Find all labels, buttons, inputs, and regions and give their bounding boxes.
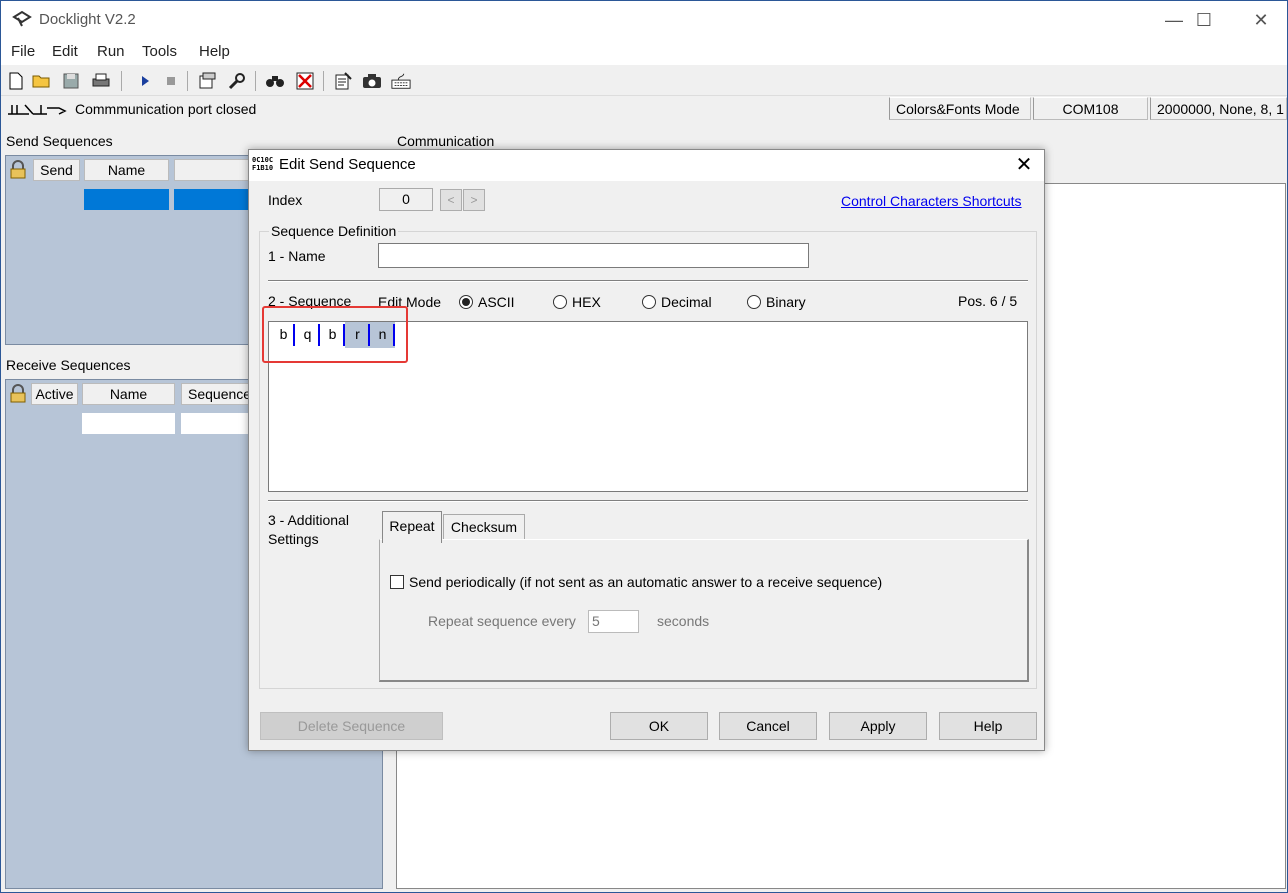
- delete-sequence-button[interactable]: Delete Sequence: [260, 712, 443, 740]
- radio-indicator: [553, 295, 567, 309]
- window-title: Docklight V2.2: [39, 11, 136, 28]
- repeat-label: Repeat sequence every: [428, 613, 576, 629]
- mode-ascii-radio[interactable]: ASCII: [459, 294, 515, 310]
- properties-icon[interactable]: [197, 71, 217, 91]
- prev-index-button[interactable]: <: [440, 189, 462, 211]
- lock-icon[interactable]: [8, 384, 28, 407]
- name-label: 1 - Name: [268, 248, 326, 264]
- seconds-label: seconds: [657, 613, 710, 629]
- mode-indicator: Colors&Fonts Mode: [889, 97, 1031, 120]
- menu-bar: File Edit Run Tools Help: [1, 39, 1287, 65]
- additional-settings-label: Settings: [268, 531, 319, 547]
- radio-indicator: [747, 295, 761, 309]
- port-status-icon: [7, 102, 69, 119]
- divider: [268, 280, 1028, 282]
- settings-icon[interactable]: [227, 71, 247, 91]
- checkbox-box: [390, 575, 404, 589]
- toolbar-separator: [323, 71, 324, 91]
- sequence-definition-label: Sequence Definition: [269, 223, 399, 239]
- mode-binary-label: Binary: [766, 294, 806, 310]
- menu-tools[interactable]: Tools: [142, 43, 177, 60]
- index-label: Index: [268, 192, 303, 208]
- status-bar: Commmunication port closed Colors&Fonts …: [1, 97, 1287, 121]
- divider: [268, 500, 1028, 502]
- communication-title: Communication: [397, 133, 495, 149]
- clear-icon[interactable]: [295, 71, 315, 91]
- tab-repeat[interactable]: Repeat: [382, 511, 442, 543]
- edit-send-sequence-dialog: 0C10C F1B10 Edit Send Sequence ✕ Index 0…: [248, 149, 1045, 751]
- port-settings-indicator: 2000000, None, 8, 1: [1150, 97, 1287, 120]
- ok-button[interactable]: OK: [610, 712, 708, 740]
- new-file-icon[interactable]: [6, 71, 26, 91]
- name-column-header[interactable]: Name: [82, 383, 175, 405]
- mode-hex-label: HEX: [572, 294, 601, 310]
- toolbar-separator: [121, 71, 122, 91]
- menu-run[interactable]: Run: [97, 43, 125, 60]
- maximize-button[interactable]: ☐: [1181, 2, 1227, 38]
- app-logo-icon: [11, 9, 33, 31]
- mode-decimal-label: Decimal: [661, 294, 712, 310]
- tab-panel-repeat: [379, 539, 1029, 682]
- keyboard-icon[interactable]: [391, 71, 411, 91]
- lock-icon[interactable]: [8, 160, 28, 183]
- position-indicator: Pos. 6 / 5: [958, 293, 1018, 309]
- toolbar-separator: [255, 71, 256, 91]
- highlight-box: [262, 306, 408, 363]
- new-row-name-cell[interactable]: [82, 413, 175, 434]
- status-message: Commmunication port closed: [75, 101, 257, 117]
- cancel-button[interactable]: Cancel: [719, 712, 817, 740]
- menu-file[interactable]: File: [11, 43, 35, 60]
- radio-indicator: [459, 295, 473, 309]
- play-icon[interactable]: [135, 71, 155, 91]
- toolbar-separator: [187, 71, 188, 91]
- notes-icon[interactable]: [333, 71, 353, 91]
- repeat-interval-input[interactable]: 5: [588, 610, 639, 633]
- open-folder-icon[interactable]: [32, 71, 52, 91]
- name-column-header[interactable]: Name: [84, 159, 169, 181]
- dialog-title: Edit Send Sequence: [279, 156, 416, 173]
- close-button[interactable]: ✕: [1238, 2, 1284, 38]
- receive-sequences-title: Receive Sequences: [6, 357, 131, 373]
- send-periodically-checkbox[interactable]: Send periodically (if not sent as an aut…: [390, 574, 882, 590]
- name-input[interactable]: [378, 243, 809, 268]
- apply-button[interactable]: Apply: [829, 712, 927, 740]
- toolbar: [1, 66, 1287, 96]
- mode-ascii-label: ASCII: [478, 294, 515, 310]
- port-indicator: COM108: [1033, 97, 1148, 120]
- dialog-close-button[interactable]: ✕: [1009, 152, 1039, 178]
- mode-hex-radio[interactable]: HEX: [553, 294, 601, 310]
- snapshot-icon[interactable]: [362, 71, 382, 91]
- stop-icon[interactable]: [161, 71, 181, 91]
- send-column-header[interactable]: Send: [33, 159, 80, 181]
- mode-binary-radio[interactable]: Binary: [747, 294, 806, 310]
- send-periodically-label: Send periodically (if not sent as an aut…: [409, 574, 883, 590]
- next-index-button[interactable]: >: [463, 189, 485, 211]
- radio-indicator: [642, 295, 656, 309]
- print-icon[interactable]: [91, 71, 111, 91]
- mode-decimal-radio[interactable]: Decimal: [642, 294, 712, 310]
- selected-name-cell[interactable]: [84, 189, 169, 210]
- find-icon[interactable]: [265, 71, 285, 91]
- index-field: 0: [379, 188, 433, 211]
- binary-icon: 0C10C F1B10: [252, 156, 274, 172]
- send-sequences-title: Send Sequences: [6, 133, 113, 149]
- additional-settings-label: 3 - Additional: [268, 512, 349, 528]
- selected-sequence-cell[interactable]: [174, 189, 254, 210]
- menu-help[interactable]: Help: [199, 43, 230, 60]
- tab-checksum[interactable]: Checksum: [443, 514, 525, 540]
- menu-edit[interactable]: Edit: [52, 43, 78, 60]
- dialog-title-bar[interactable]: 0C10C F1B10 Edit Send Sequence ✕: [249, 150, 1044, 181]
- title-bar[interactable]: Docklight V2.2 — ☐ ✕: [1, 1, 1287, 39]
- help-button[interactable]: Help: [939, 712, 1037, 740]
- active-column-header[interactable]: Active: [31, 383, 78, 405]
- control-characters-link[interactable]: Control Characters Shortcuts: [841, 193, 1022, 209]
- save-icon[interactable]: [61, 71, 81, 91]
